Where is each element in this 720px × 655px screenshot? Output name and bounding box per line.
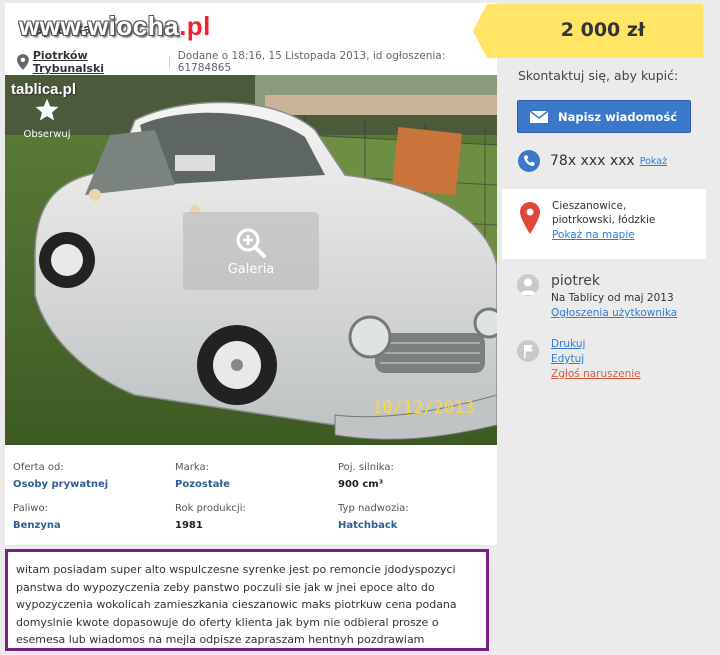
location-line-2: piotrkowski, łódzkie <box>552 214 656 226</box>
zoom-in-icon <box>236 228 266 258</box>
price-flag: 2 000 zł <box>473 4 703 58</box>
param-brand: Marka: Pozostałe <box>175 462 230 490</box>
param-body-type: Typ nadwozia: Hatchback <box>338 503 409 531</box>
sidebar: Skontaktuj się, aby kupić: Napisz wiadom… <box>502 58 706 655</box>
site-watermark: www.wiocha.pl <box>19 11 211 42</box>
observe-button[interactable]: Obserwuj <box>17 97 77 140</box>
show-phone-link[interactable]: Pokaż <box>640 156 667 167</box>
user-name: piotrek <box>551 273 600 289</box>
watermark-name: www.wiocha <box>19 11 180 41</box>
price: 2 000 zł <box>560 19 645 41</box>
param-label: Typ nadwozia: <box>338 503 409 514</box>
param-value-link[interactable]: Hatchback <box>338 520 409 531</box>
send-message-button[interactable]: Napisz wiadomość <box>517 100 691 133</box>
print-link[interactable]: Drukuj <box>551 338 585 350</box>
param-value-link[interactable]: Benzyna <box>13 520 61 531</box>
gallery-button[interactable]: Galeria <box>183 212 319 290</box>
mail-icon <box>530 110 548 123</box>
param-label: Oferta od: <box>13 462 64 473</box>
photo-gallery[interactable]: tablica.pl Obserwuj Galeria 10/12/2013 <box>5 75 497 445</box>
listing-meta: Dodane o 18:16, 15 Listopada 2013, id og… <box>177 50 446 74</box>
listing-header: Syrenka www.wiocha.pl Piotrków Trybunals… <box>5 3 497 75</box>
user-icon <box>520 278 536 295</box>
location-line-1: Cieszanowice, <box>552 200 627 212</box>
actions-section: Drukuj Edytuj Zgłoś naruszenie <box>502 338 706 388</box>
edit-link[interactable]: Edytuj <box>551 353 584 365</box>
watermark-tld: .pl <box>179 11 211 41</box>
param-label: Paliwo: <box>13 503 48 514</box>
phone-icon <box>518 150 540 172</box>
photo-date-stamp: 10/12/2013 <box>372 398 475 418</box>
avatar <box>517 274 539 296</box>
param-label: Poj. silnika: <box>338 462 394 473</box>
param-year: Rok produkcji: 1981 <box>175 503 246 531</box>
location-pin-icon <box>17 54 29 70</box>
phone-row: 78x xxx xxx Pokaż <box>518 150 667 172</box>
param-offer-from: Oferta od: Osoby prywatnej <box>13 462 108 490</box>
gallery-label: Galeria <box>227 262 275 277</box>
user-since: Na Tablicy od maj 2013 <box>551 292 674 304</box>
location-text: Cieszanowice, piotrkowski, łódzkie Pokaż… <box>552 199 655 242</box>
param-engine-size: Poj. silnika: 900 cm³ <box>338 462 394 490</box>
map-pin-icon <box>520 202 540 234</box>
location-line: Piotrków Trybunalski Dodane o 18:16, 15 … <box>17 49 497 75</box>
param-fuel: Paliwo: Benzyna <box>13 503 61 531</box>
param-label: Rok produkcji: <box>175 503 246 514</box>
param-value: 1981 <box>175 520 203 531</box>
flag-icon-wrap <box>517 340 539 362</box>
location-box: Cieszanowice, piotrkowski, łódzkie Pokaż… <box>502 189 706 259</box>
report-link[interactable]: Zgłoś naruszenie <box>551 368 641 380</box>
listing-description: witam posiadam super alto wspulczesne sy… <box>5 549 489 651</box>
send-message-label: Napisz wiadomość <box>558 109 678 124</box>
param-value: 900 cm³ <box>338 479 384 490</box>
contact-heading: Skontaktuj się, aby kupić: <box>518 68 679 83</box>
flag-icon <box>524 345 533 358</box>
phone-number: 78x xxx xxx <box>550 153 635 169</box>
param-value-link[interactable]: Osoby prywatnej <box>13 479 108 490</box>
param-value-link[interactable]: Pozostałe <box>175 479 230 490</box>
user-section: piotrek Na Tablicy od maj 2013 Ogłoszeni… <box>502 270 706 330</box>
show-map-link[interactable]: Pokaż na mapie <box>552 228 655 242</box>
observe-label: Obserwuj <box>23 129 71 140</box>
user-ads-link[interactable]: Ogłoszenia użytkownika <box>551 307 677 319</box>
city-link[interactable]: Piotrków Trybunalski <box>33 49 161 75</box>
divider <box>168 56 170 68</box>
star-icon <box>35 98 59 121</box>
param-label: Marka: <box>175 462 209 473</box>
site-logo: tablica.pl <box>11 81 77 98</box>
listing-params: Oferta od: Osoby prywatnej Marka: Pozost… <box>5 445 497 545</box>
